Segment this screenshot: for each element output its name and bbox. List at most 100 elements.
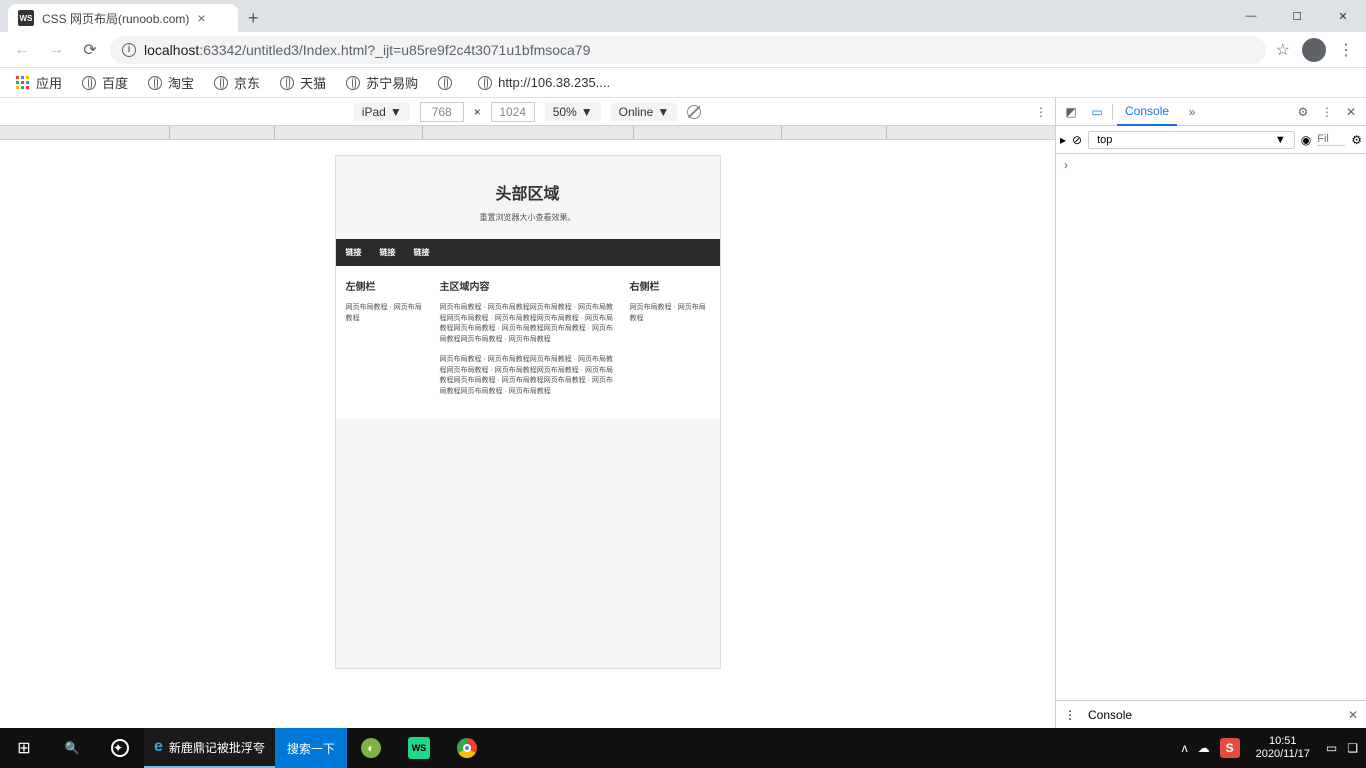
task-view-icon[interactable]: ✦ (96, 728, 144, 768)
close-window-button[interactable]: ✕ (1320, 0, 1366, 32)
devtools-close-icon[interactable]: ✕ (1340, 101, 1362, 123)
nav-link[interactable]: 链接 (346, 247, 362, 258)
tray-chevron-icon[interactable]: ʌ (1182, 741, 1188, 755)
rotate-icon[interactable] (687, 105, 701, 119)
bookmark-label: 百度 (102, 73, 128, 92)
inspect-icon[interactable]: ◩ (1060, 101, 1082, 123)
right-text: 网页布局教程 · 网页布局教程 (630, 303, 710, 324)
height-input[interactable] (491, 102, 535, 122)
taskbar-ie[interactable]: e 新鹿鼎记被批浮夸 (144, 728, 275, 768)
globe-icon (438, 76, 452, 90)
left-sidebar: 左侧栏 网页布局教程 · 网页布局教程 (346, 278, 426, 407)
main-text-1: 网页布局教程 · 网页布局教程网页布局教程 · 网页布局教程网页布局教程 · 网… (440, 303, 616, 345)
left-text: 网页布局教程 · 网页布局教程 (346, 303, 426, 324)
more-tabs-icon[interactable]: » (1181, 101, 1203, 123)
url-path: :63342/untitled3/Index.html?_ijt=u85re9f… (199, 42, 590, 58)
tab-console[interactable]: Console (1117, 98, 1177, 126)
device-toggle-icon[interactable]: ▭ (1086, 101, 1108, 123)
notifications-icon[interactable]: ▭ (1326, 741, 1337, 755)
main-text-2: 网页布局教程 · 网页布局教程网页布局教程 · 网页布局教程网页布局教程 · 网… (440, 355, 616, 397)
taskbar-webstorm[interactable]: WS (395, 728, 443, 768)
settings-icon[interactable]: ⚙ (1292, 101, 1314, 123)
forward-button[interactable]: → (42, 36, 70, 64)
drawer-console-tab[interactable]: Console (1088, 708, 1132, 722)
search-icon[interactable]: 🔍 (48, 728, 96, 768)
apps-icon (16, 76, 30, 90)
right-sidebar: 右侧栏 网页布局教程 · 网页布局教程 (630, 278, 710, 407)
console-settings-icon[interactable]: ⚙ (1351, 133, 1362, 147)
tray-onedrive-icon[interactable]: ☁ (1198, 741, 1210, 755)
left-title: 左侧栏 (346, 278, 426, 293)
drawer-menu-icon[interactable]: ⋮ (1064, 708, 1076, 722)
throttle-value: Online (619, 105, 654, 119)
tray-sogou-icon[interactable]: S (1220, 738, 1240, 758)
bookmark-tmall[interactable]: 天猫 (272, 69, 334, 96)
console-output[interactable]: › (1056, 154, 1366, 700)
width-input[interactable] (420, 102, 464, 122)
devtools-tabs: ◩ ▭ Console » ⚙ ⋮ ✕ (1056, 98, 1366, 126)
bookmark-suning[interactable]: 苏宁易购 (338, 69, 426, 96)
context-value: top (1097, 134, 1112, 146)
tab-close-icon[interactable]: × (197, 10, 205, 26)
site-info-icon[interactable]: i (122, 43, 136, 57)
profile-icon[interactable] (1302, 38, 1326, 62)
devtools-drawer: ⋮ Console ✕ (1056, 700, 1366, 728)
nav-link[interactable]: 链接 (414, 247, 430, 258)
bookmark-jd[interactable]: 京东 (206, 69, 268, 96)
taskbar-search-button[interactable]: 搜索一下 (275, 728, 347, 768)
globe-icon (148, 76, 162, 90)
window-controls: — ☐ ✕ (1228, 0, 1366, 32)
browser-tab[interactable]: WS CSS 网页布局(runoob.com) × (8, 4, 238, 32)
windows-taskbar: ⊞ 🔍 ✦ e 新鹿鼎记被批浮夸 搜索一下 ◐ WS ʌ ☁ S 10:51 2… (0, 728, 1366, 768)
zoom-select[interactable]: 50% ▼ (545, 103, 601, 121)
new-tab-button[interactable]: + (238, 4, 269, 32)
sidebar-toggle-icon[interactable]: ▸ (1060, 133, 1066, 147)
ruler (0, 126, 1055, 140)
bookmark-star-icon[interactable]: ☆ (1276, 40, 1290, 60)
device-select[interactable]: iPad ▼ (354, 103, 410, 121)
url-host: localhost (144, 42, 199, 58)
chrome-menu-icon[interactable]: ⋮ (1338, 40, 1354, 60)
apps-shortcut[interactable]: 应用 (8, 69, 70, 96)
reload-button[interactable]: ⟳ (76, 36, 104, 64)
start-button[interactable]: ⊞ (0, 728, 48, 768)
context-select[interactable]: top▼ (1088, 131, 1295, 149)
window-titlebar: WS CSS 网页布局(runoob.com) × + — ☐ ✕ (0, 0, 1366, 32)
console-prompt: › (1064, 158, 1068, 172)
bookmark-label: http://106.38.235.... (498, 75, 610, 90)
live-expression-icon[interactable]: ◉ (1301, 133, 1311, 147)
drawer-close-icon[interactable]: ✕ (1348, 708, 1358, 722)
dimension-separator: × (474, 105, 481, 119)
maximize-button[interactable]: ☐ (1274, 0, 1320, 32)
nav-link[interactable]: 链接 (380, 247, 396, 258)
minimize-button[interactable]: — (1228, 0, 1274, 32)
bookmarks-bar: 应用 百度 淘宝 京东 天猫 苏宁易购 http://106.38.235...… (0, 68, 1366, 98)
favicon-icon: WS (18, 10, 34, 26)
device-emulation-pane: iPad ▼ × 50% ▼ Online ▼ ⋮ 头部区域 重置浏览器大小查看… (0, 98, 1056, 728)
back-button[interactable]: ← (8, 36, 36, 64)
main-title: 主区域内容 (440, 278, 616, 293)
show-desktop-icon[interactable]: ❏ (1347, 741, 1358, 755)
apps-label: 应用 (36, 73, 62, 92)
taskbar-clock[interactable]: 10:51 2020/11/17 (1250, 735, 1316, 761)
clock-date: 2020/11/17 (1256, 748, 1310, 761)
devtools-split: iPad ▼ × 50% ▼ Online ▼ ⋮ 头部区域 重置浏览器大小查看… (0, 98, 1366, 728)
bookmark-baidu[interactable]: 百度 (74, 69, 136, 96)
globe-icon (280, 76, 294, 90)
bookmark-label: 苏宁易购 (366, 73, 418, 92)
device-menu-icon[interactable]: ⋮ (1035, 105, 1047, 119)
bookmark-taobao[interactable]: 淘宝 (140, 69, 202, 96)
throttle-select[interactable]: Online ▼ (611, 103, 678, 121)
taskbar-app-1[interactable]: ◐ (347, 728, 395, 768)
bookmark-label: 京东 (234, 73, 260, 92)
filter-input[interactable] (1317, 133, 1345, 146)
bookmark-ip[interactable]: http://106.38.235.... (470, 71, 618, 94)
ie-icon: e (154, 738, 163, 756)
url-input[interactable]: i localhost:63342/untitled3/Index.html?_… (110, 36, 1266, 64)
bookmark-empty[interactable] (430, 72, 466, 94)
globe-icon (478, 76, 492, 90)
clear-console-icon[interactable]: ⊘ (1072, 133, 1082, 147)
page-header: 头部区域 重置浏览器大小查看效果。 (336, 156, 720, 239)
devtools-menu-icon[interactable]: ⋮ (1316, 101, 1338, 123)
taskbar-chrome[interactable] (443, 728, 491, 768)
